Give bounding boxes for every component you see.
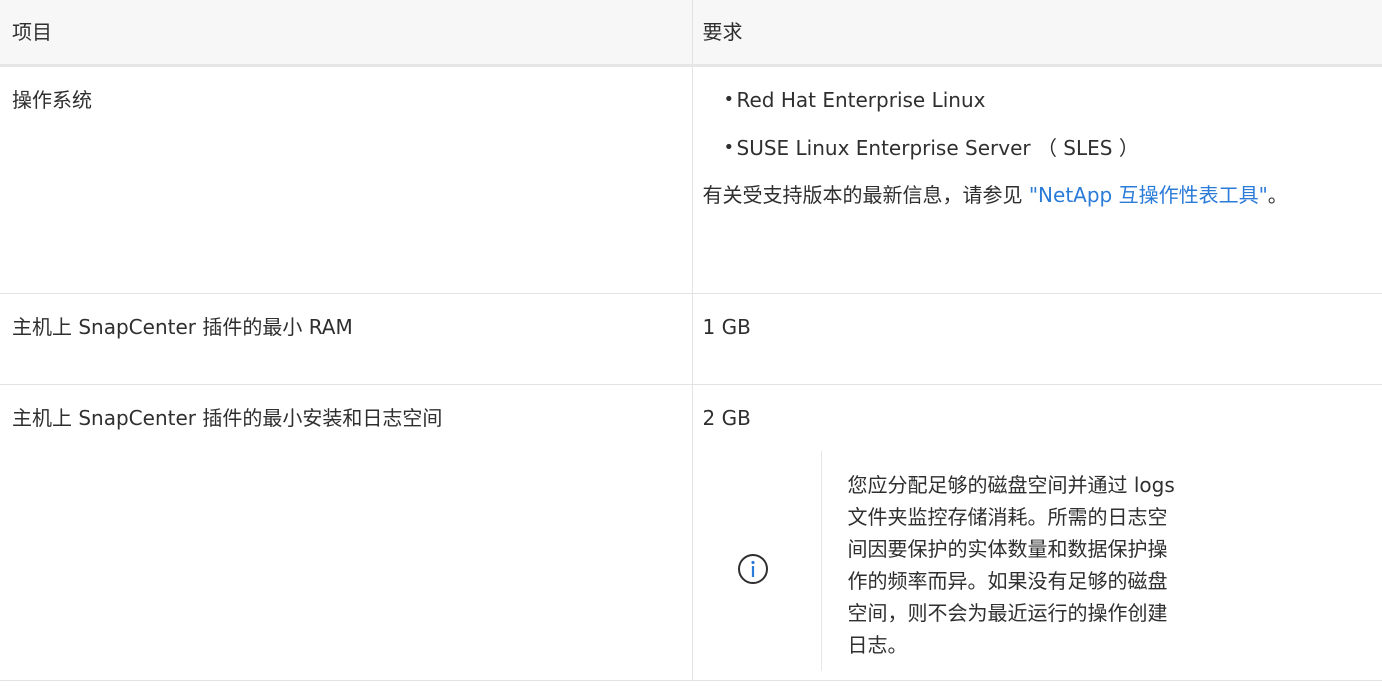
space-value: 2 GB	[702, 406, 751, 430]
table-row: 主机上 SnapCenter 插件的最小安装和日志空间 2 GB 您应分配足够的…	[0, 384, 1382, 681]
header-requirement-label: 要求	[702, 20, 743, 44]
table-row: 操作系统 Red Hat Enterprise Linux SUSE Linux…	[0, 65, 1382, 294]
note-divider	[820, 451, 822, 671]
os-item-cell: 操作系统	[0, 65, 693, 294]
ram-requirement-cell: 1 GB	[691, 293, 1382, 385]
table-header-row: 项目 要求	[0, 0, 1382, 67]
header-requirement: 要求	[691, 0, 1382, 67]
os-note: 有关受支持版本的最新信息，请参见 "NetApp 互操作性表工具"。	[703, 179, 1382, 211]
interoperability-matrix-link[interactable]: "NetApp 互操作性表工具"	[1029, 183, 1268, 207]
space-item-label: 主机上 SnapCenter 插件的最小安装和日志空间	[12, 406, 443, 430]
header-item: 项目	[0, 0, 693, 67]
note-admonition: 您应分配足够的磁盘空间并通过 logs 文件夹监控存储消耗。所需的日志空间因要保…	[703, 451, 1382, 671]
info-circle-icon	[737, 553, 769, 585]
os-note-prefix: 有关受支持版本的最新信息，请参见	[702, 183, 1029, 207]
os-note-suffix: 。	[1267, 183, 1288, 207]
table-row: 主机上 SnapCenter 插件的最小 RAM 1 GB	[0, 293, 1382, 385]
os-list: Red Hat Enterprise Linux SUSE Linux Ente…	[703, 87, 1382, 161]
list-item: Red Hat Enterprise Linux	[724, 87, 1382, 113]
note-text: 您应分配足够的磁盘空间并通过 logs 文件夹监控存储消耗。所需的日志空间因要保…	[847, 473, 1175, 657]
ram-item-label: 主机上 SnapCenter 插件的最小 RAM	[12, 315, 353, 339]
header-item-label: 项目	[12, 20, 52, 44]
os-requirement-content: Red Hat Enterprise Linux SUSE Linux Ente…	[693, 67, 1382, 211]
space-requirement-content: 2 GB 您应分配足够的磁盘空间并通过 logs 文件夹监控存储消耗。所需的日志…	[693, 385, 1382, 671]
ram-value: 1 GB	[702, 315, 751, 339]
os-requirement-cell: Red Hat Enterprise Linux SUSE Linux Ente…	[691, 65, 1382, 294]
list-item: SUSE Linux Enterprise Server （ SLES ）	[724, 135, 1382, 161]
os-item-label: 操作系统	[12, 88, 92, 112]
requirements-table: 项目 要求 操作系统 Red Hat Enterprise Linux SUSE…	[0, 0, 1382, 681]
ram-item-cell: 主机上 SnapCenter 插件的最小 RAM	[0, 293, 693, 385]
space-requirement-cell: 2 GB 您应分配足够的磁盘空间并通过 logs 文件夹监控存储消耗。所需的日志…	[691, 384, 1382, 681]
space-item-cell: 主机上 SnapCenter 插件的最小安装和日志空间	[0, 384, 693, 681]
